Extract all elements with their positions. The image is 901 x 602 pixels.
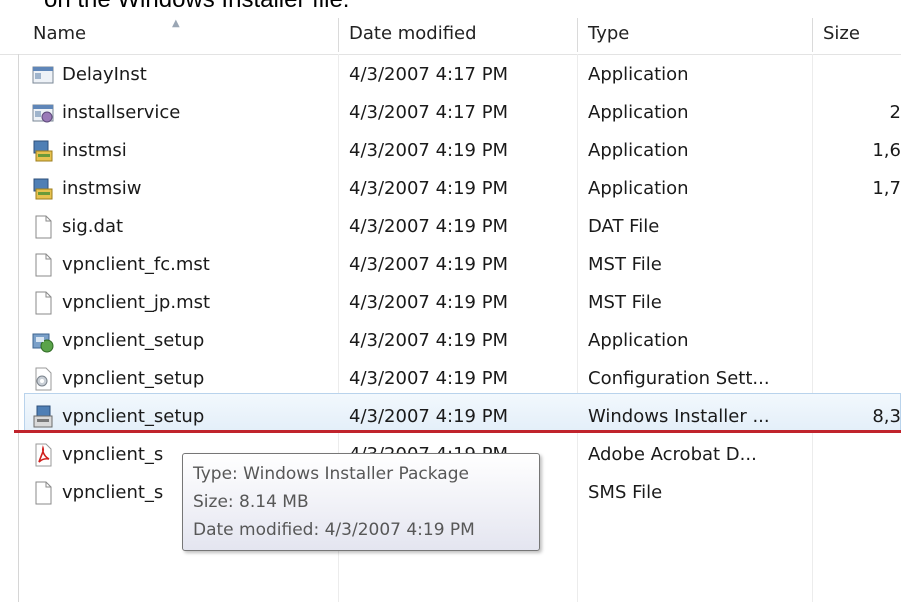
generic-file-icon <box>32 284 58 322</box>
file-name: vpnclient_setup <box>62 330 205 351</box>
file-size <box>824 360 901 398</box>
file-type: Application <box>588 178 689 199</box>
file-date: 4/3/2007 4:19 PM <box>349 368 509 389</box>
file-row[interactable]: vpnclient_setup 4/3/2007 4:19 PM Applica… <box>24 322 901 360</box>
file-info-tooltip: Type: Windows Installer Package Size: 8.… <box>182 453 540 551</box>
file-size <box>824 246 901 284</box>
file-row[interactable]: DelayInst 4/3/2007 4:17 PM Application <box>24 56 901 94</box>
tooltip-size: Size: 8.14 MB <box>193 492 309 512</box>
file-name: sig.dat <box>62 216 124 237</box>
column-divider[interactable] <box>577 18 578 52</box>
file-name: DelayInst <box>62 64 147 85</box>
column-header-type[interactable]: Type <box>582 14 812 54</box>
config-settings-icon <box>32 360 58 398</box>
file-size <box>824 322 901 360</box>
file-type: DAT File <box>588 216 660 237</box>
file-row[interactable]: instmsi 4/3/2007 4:19 PM Application 1,6 <box>24 132 901 170</box>
installer-app-icon <box>32 170 58 208</box>
generic-file-icon <box>32 474 58 512</box>
file-name: instmsiw <box>62 178 142 199</box>
file-type: Application <box>588 140 689 161</box>
file-size: 1,7 <box>872 178 901 199</box>
file-name: installservice <box>62 102 181 123</box>
file-row[interactable]: instmsiw 4/3/2007 4:19 PM Application 1,… <box>24 170 901 208</box>
file-size <box>824 474 901 512</box>
file-row[interactable]: vpnclient_fc.mst 4/3/2007 4:19 PM MST Fi… <box>24 246 901 284</box>
file-date: 4/3/2007 4:17 PM <box>349 102 509 123</box>
file-size <box>824 56 901 94</box>
file-date: 4/3/2007 4:19 PM <box>349 178 509 199</box>
column-divider[interactable] <box>812 18 813 52</box>
file-date: 4/3/2007 4:19 PM <box>349 330 509 351</box>
file-name: vpnclient_fc.mst <box>62 254 210 275</box>
file-size <box>824 284 901 322</box>
file-name: vpnclient_jp.mst <box>62 292 211 313</box>
generic-file-icon <box>32 208 58 246</box>
file-size <box>824 436 901 474</box>
column-header-date-modified[interactable]: Date modified <box>343 14 577 54</box>
file-row[interactable]: installservice 4/3/2007 4:17 PM Applicat… <box>24 94 901 132</box>
file-name: vpnclient_setup <box>62 368 205 389</box>
file-list-view: ▲ Name Date modified Type Size DelayInst… <box>0 0 901 602</box>
column-header-bar: ▲ Name Date modified Type Size <box>0 14 901 55</box>
installservice-icon <box>32 94 58 132</box>
file-type: Application <box>588 102 689 123</box>
file-type: Configuration Sett... <box>588 368 770 389</box>
file-size: 1,6 <box>872 140 901 161</box>
file-row[interactable]: vpnclient_setup 4/3/2007 4:19 PM Configu… <box>24 360 901 398</box>
annotation-underline <box>14 430 901 433</box>
file-size <box>824 208 901 246</box>
installer-app-icon <box>32 132 58 170</box>
file-row[interactable]: vpnclient_jp.mst 4/3/2007 4:19 PM MST Fi… <box>24 284 901 322</box>
pane-divider <box>18 54 19 602</box>
file-date: 4/3/2007 4:19 PM <box>349 216 509 237</box>
column-divider[interactable] <box>338 18 339 52</box>
application-icon <box>32 56 58 94</box>
file-date: 4/3/2007 4:19 PM <box>349 292 509 313</box>
tooltip-date-modified: Date modified: 4/3/2007 4:19 PM <box>193 520 475 540</box>
tooltip-type: Type: Windows Installer Package <box>193 464 469 484</box>
file-date: 4/3/2007 4:19 PM <box>349 254 509 275</box>
file-row[interactable]: sig.dat 4/3/2007 4:19 PM DAT File <box>24 208 901 246</box>
file-date: 4/3/2007 4:19 PM <box>349 140 509 161</box>
pdf-icon <box>32 436 58 474</box>
file-type: Adobe Acrobat D... <box>588 444 757 465</box>
column-header-name[interactable]: Name <box>27 14 338 54</box>
file-date: 4/3/2007 4:17 PM <box>349 64 509 85</box>
file-name: instmsi <box>62 140 127 161</box>
file-size: 2 <box>889 102 901 123</box>
file-type: MST File <box>588 292 662 313</box>
column-header-size[interactable]: Size <box>817 14 901 54</box>
file-type: SMS File <box>588 482 663 503</box>
generic-file-icon <box>32 246 58 284</box>
file-type: MST File <box>588 254 662 275</box>
file-type: Application <box>588 64 689 85</box>
file-type: Application <box>588 330 689 351</box>
setup-app-icon <box>32 322 58 360</box>
